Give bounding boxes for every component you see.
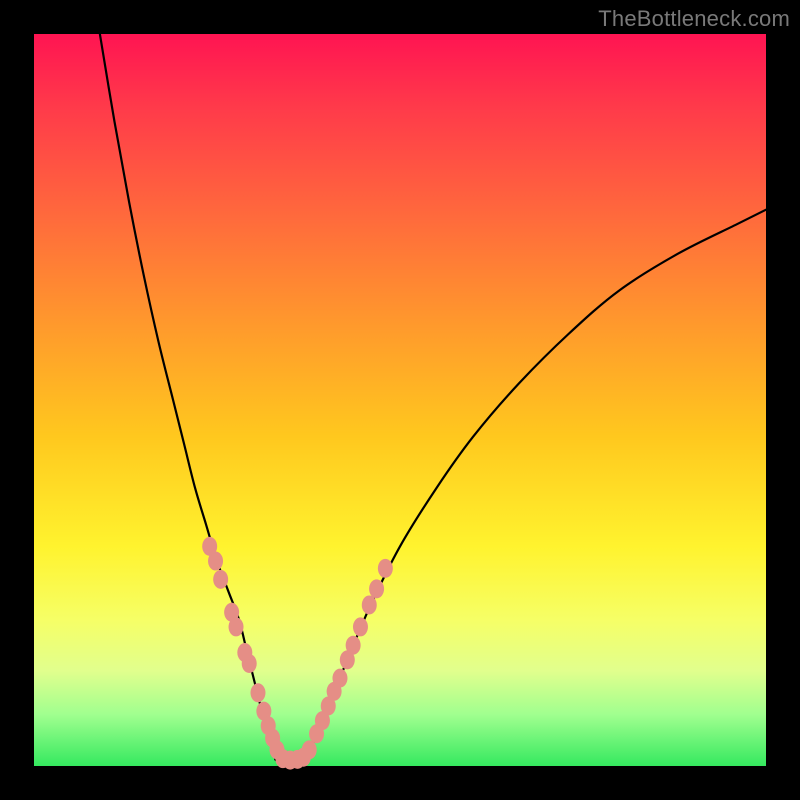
plot-area <box>34 34 766 766</box>
scatter-dots <box>202 537 393 770</box>
data-dot <box>346 636 361 655</box>
data-dot <box>302 740 317 759</box>
data-dot <box>369 579 384 598</box>
curve-svg <box>34 34 766 766</box>
watermark-text: TheBottleneck.com <box>598 6 790 32</box>
data-dot <box>229 617 244 636</box>
data-dot <box>332 669 347 688</box>
data-dot <box>378 559 393 578</box>
data-dot <box>353 617 368 636</box>
chart-frame: TheBottleneck.com <box>0 0 800 800</box>
data-dot <box>208 552 223 571</box>
bottleneck-curve <box>100 34 766 763</box>
data-dot <box>250 683 265 702</box>
data-dot <box>242 654 257 673</box>
data-dot <box>362 595 377 614</box>
data-dot <box>213 570 228 589</box>
